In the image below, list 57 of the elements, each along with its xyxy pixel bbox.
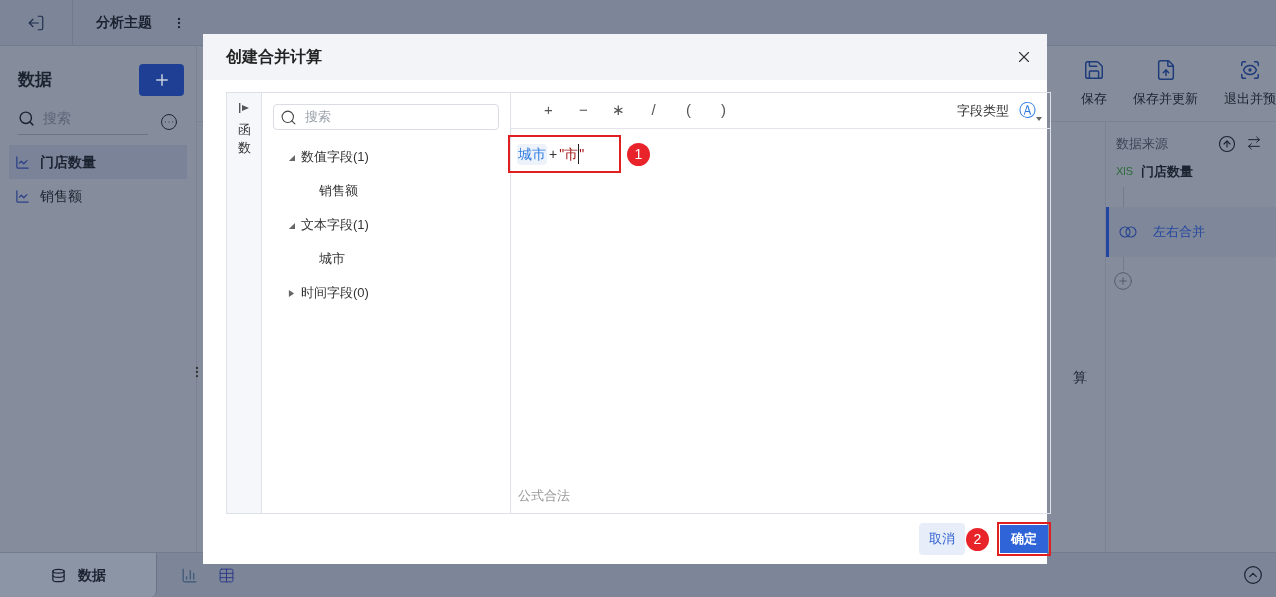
sidebar-item[interactable]: 销售额 [9, 179, 187, 213]
dropdown-caret-icon [1036, 117, 1042, 122]
step-badge: 2 [966, 527, 989, 551]
tree-group[interactable]: 文本字段(1) [273, 208, 499, 242]
chart-icon [15, 154, 30, 170]
chart-icon [15, 188, 30, 204]
upload-icon[interactable] [1218, 134, 1236, 153]
operator-button[interactable]: ( [671, 99, 706, 122]
source-name: 门店数量 [1141, 162, 1194, 181]
flow-title: 数据来源 [1116, 135, 1168, 153]
add-button[interactable] [139, 64, 184, 96]
caret-icon[interactable] [288, 153, 295, 161]
function-tab[interactable]: 函数 [227, 93, 262, 513]
caret-icon[interactable] [288, 221, 295, 229]
topic-title: 分析主题 [96, 13, 152, 32]
tree-item[interactable]: 城市 [273, 242, 499, 276]
cancel-button[interactable]: 取消 [919, 523, 965, 555]
ok-button[interactable]: 确定 [1000, 525, 1048, 553]
tree-group[interactable]: 时间字段(0) [273, 276, 499, 310]
dialog-title: 创建合并计算 [226, 47, 322, 67]
string-token: " [579, 144, 585, 164]
expand-icon [238, 103, 250, 113]
field-type-label: 字段类型 [957, 101, 1009, 120]
eye-icon [1239, 58, 1261, 81]
tree-item[interactable]: 销售额 [273, 174, 499, 208]
operator-token: + [549, 144, 558, 164]
search-icon [18, 110, 35, 127]
save-icon [1083, 58, 1105, 81]
bottom-tab[interactable]: 数据 [0, 553, 157, 597]
overlap-circles-icon [1119, 225, 1137, 239]
operator-button[interactable]: ∗ [601, 99, 636, 122]
operator-button[interactable]: − [566, 99, 601, 122]
add-table-icon[interactable] [218, 566, 235, 584]
file-type-label: XlS [1116, 164, 1134, 179]
field-token: 城市 [517, 143, 547, 165]
canvas-text: 算 [1073, 368, 1087, 387]
collapse-up-icon[interactable] [1243, 565, 1263, 585]
sidebar-item[interactable]: 门店数量 [9, 145, 187, 179]
sidebar-title: 数据 [18, 69, 52, 92]
tree-group[interactable]: 数值字段(1) [273, 140, 499, 174]
toolbar-button[interactable]: 保存并更新 [1133, 58, 1198, 109]
caret-icon[interactable] [288, 289, 295, 297]
more-icon[interactable] [160, 112, 178, 131]
exit-icon[interactable] [27, 13, 45, 32]
swap-icon[interactable] [1246, 134, 1262, 151]
operator-button[interactable]: ) [706, 99, 741, 122]
operator-button[interactable]: / [636, 99, 671, 122]
search-icon [280, 108, 297, 126]
field-type-button[interactable]: Ⓐ [1019, 97, 1042, 124]
toolbar-button[interactable]: 退出并预 [1224, 58, 1276, 109]
toolbar-button[interactable]: 保存 [1081, 58, 1107, 109]
string-token: "市 [559, 144, 579, 164]
formula-status: 公式合法 [518, 486, 571, 505]
operator-button[interactable]: + [531, 99, 566, 122]
text-cursor [578, 144, 580, 164]
database-icon [50, 567, 66, 583]
step-badge: 1 [627, 142, 650, 166]
